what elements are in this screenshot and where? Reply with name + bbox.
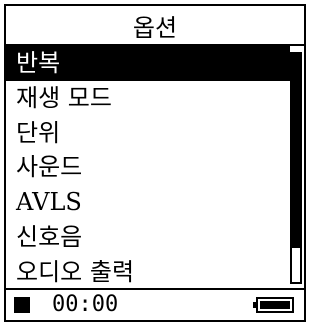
- options-menu: 반복 재생 모드 단위 사운드 AVLS 신호음 오디오 출력: [6, 46, 290, 290]
- menu-item-repeat[interactable]: 반복: [6, 46, 290, 81]
- menu-item-audio-output[interactable]: 오디오 출력: [6, 255, 290, 290]
- scrollbar-thumb[interactable]: [292, 54, 300, 248]
- stop-icon: [14, 297, 30, 313]
- battery-level-fill: [260, 301, 290, 309]
- menu-item-unit[interactable]: 단위: [6, 116, 290, 151]
- battery-icon: [253, 297, 294, 313]
- menu-item-sound[interactable]: 사운드: [6, 150, 290, 185]
- playback-time: 00:00: [52, 292, 119, 317]
- status-bar: 00:00: [6, 288, 304, 320]
- screen-title: 옵션: [6, 6, 304, 46]
- menu-item-avls[interactable]: AVLS: [6, 185, 290, 220]
- device-screen: 옵션 반복 재생 모드 단위 사운드 AVLS 신호음 오디오 출력 00:00: [4, 4, 306, 322]
- menu-scrollbar[interactable]: [290, 52, 302, 284]
- menu-item-beep[interactable]: 신호음: [6, 220, 290, 255]
- menu-item-play-mode[interactable]: 재생 모드: [6, 81, 290, 116]
